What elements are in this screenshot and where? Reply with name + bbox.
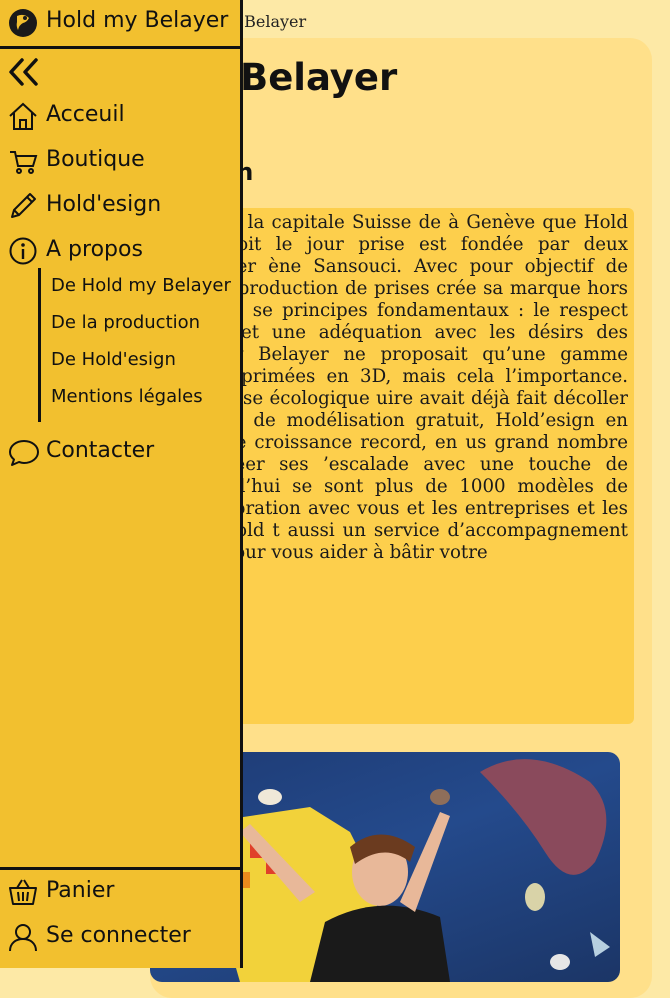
logo-icon bbox=[8, 8, 38, 38]
sidebar: Hold my Belayer Acceuil Boutique Hold'es… bbox=[0, 0, 243, 968]
nav-item-label: Acceuil bbox=[46, 102, 125, 127]
nav-item-panier[interactable]: Panier bbox=[0, 873, 238, 913]
nav-item-label: Se connecter bbox=[46, 923, 191, 948]
nav-item-label: Hold'esign bbox=[46, 192, 162, 217]
nav-item-label: Contacter bbox=[46, 438, 155, 463]
pencil-icon bbox=[8, 191, 38, 221]
collapse-sidebar-icon[interactable] bbox=[8, 58, 40, 86]
divider bbox=[0, 867, 240, 870]
nav-item-se-connecter[interactable]: Se connecter bbox=[0, 918, 238, 958]
nav-item-label: Panier bbox=[46, 878, 115, 903]
submenu-item-holdesign[interactable]: De Hold'esign bbox=[51, 349, 176, 370]
nav-item-label: A propos bbox=[46, 237, 143, 262]
nav-item-holdesign[interactable]: Hold'esign bbox=[0, 187, 238, 227]
submenu-item-hold-my-belayer[interactable]: De Hold my Belayer bbox=[51, 275, 231, 296]
nav-item-a-propos[interactable]: A propos bbox=[0, 232, 238, 272]
submenu-item-production[interactable]: De la production bbox=[51, 312, 200, 333]
home-icon bbox=[8, 101, 38, 131]
user-icon bbox=[8, 922, 38, 952]
submenu-item-mentions-legales[interactable]: Mentions légales bbox=[51, 386, 203, 407]
nav-item-label: Boutique bbox=[46, 147, 145, 172]
chat-icon bbox=[8, 437, 39, 467]
basket-icon bbox=[8, 877, 38, 907]
brand-header[interactable]: Hold my Belayer bbox=[0, 0, 240, 49]
nav-item-boutique[interactable]: Boutique bbox=[0, 142, 238, 182]
nav-item-contacter[interactable]: Contacter bbox=[0, 433, 238, 473]
page-title: Belayer bbox=[240, 56, 398, 99]
brand-name: Hold my Belayer bbox=[46, 8, 229, 33]
about-submenu: De Hold my Belayer De la production De H… bbox=[38, 268, 241, 422]
info-icon bbox=[8, 236, 38, 266]
nav-item-acceuil[interactable]: Acceuil bbox=[0, 97, 238, 137]
cart-icon bbox=[8, 146, 38, 176]
